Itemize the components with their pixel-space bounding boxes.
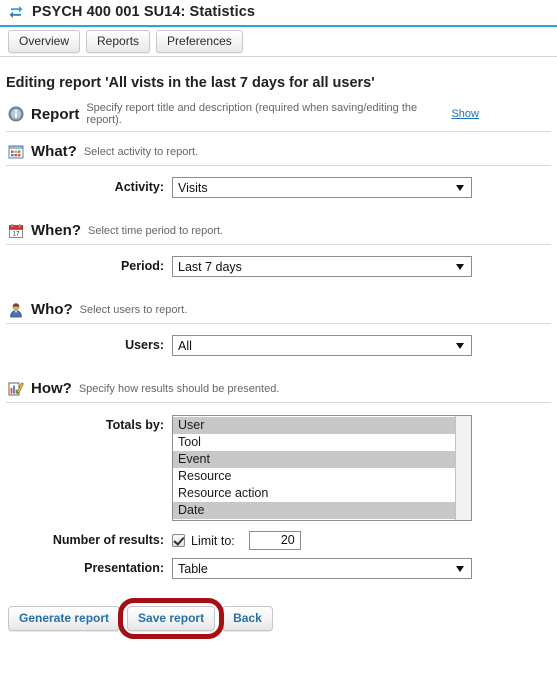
form-action-bar: Generate report Save report Back — [0, 579, 557, 639]
presentation-select-value: Table — [178, 561, 208, 576]
limit-field-group: Limit to: 20 — [172, 530, 551, 551]
number-of-results-row: Number of results: Limit to: 20 — [6, 521, 551, 551]
section-report-header: Report Specify report title and descript… — [6, 91, 551, 131]
calendar-icon: 17 — [9, 223, 23, 238]
period-row: Period: Last 7 days — [6, 245, 551, 277]
section-what-title: What? — [31, 143, 77, 160]
section-who-title: Who? — [31, 301, 73, 318]
section-when-description: Select time period to report. — [88, 224, 224, 237]
period-label: Period: — [120, 259, 164, 273]
activity-select[interactable]: Visits — [172, 177, 472, 198]
chevron-down-icon — [456, 565, 464, 572]
section-how-header: How? Specify how results should be prese… — [6, 369, 551, 402]
section-what-header: What? Select activity to report. — [6, 132, 551, 165]
users-select[interactable]: All — [172, 335, 472, 356]
totals-option-event[interactable]: Event — [173, 451, 455, 468]
totals-by-row: Totals by: User Tool Event Resource Reso… — [6, 403, 551, 521]
section-report-description: Specify report title and description (re… — [86, 102, 418, 126]
activity-label: Activity: — [114, 180, 164, 194]
section-report-title: Report — [31, 105, 80, 123]
window-grid-icon — [8, 145, 24, 158]
save-report-button[interactable]: Save report — [127, 606, 216, 631]
section-how: How? Specify how results should be prese… — [0, 356, 557, 579]
section-what: What? Select activity to report. Activit… — [0, 132, 557, 198]
totals-option-tool[interactable]: Tool — [173, 434, 455, 451]
totals-option-resource[interactable]: Resource — [173, 468, 455, 485]
totals-option-resource-action[interactable]: Resource action — [173, 485, 455, 502]
editing-report-heading: Editing report 'All vists in the last 7 … — [6, 75, 375, 91]
generate-report-button[interactable]: Generate report — [8, 606, 121, 631]
info-icon — [8, 106, 24, 122]
totals-by-scrollbar[interactable] — [455, 416, 471, 520]
chevron-down-icon — [456, 342, 464, 349]
section-report: Report Specify report title and descript… — [0, 91, 557, 132]
chevron-down-icon — [456, 184, 464, 191]
section-who-header: Who? Select users to report. — [6, 290, 551, 323]
users-select-value: All — [178, 338, 192, 353]
period-select-value: Last 7 days — [178, 259, 242, 274]
totals-option-user[interactable]: User — [173, 417, 455, 434]
presentation-select[interactable]: Table — [172, 558, 472, 579]
section-who: Who? Select users to report. Users: All — [0, 277, 557, 356]
svg-text:17: 17 — [13, 230, 20, 237]
users-row: Users: All — [6, 324, 551, 356]
section-when-header: 17 When? Select time period to report. — [6, 211, 551, 244]
chevron-down-icon — [456, 263, 464, 270]
limit-value-input[interactable]: 20 — [248, 531, 301, 550]
limit-to-label: Limit to: — [191, 533, 235, 548]
totals-by-listbox[interactable]: User Tool Event Resource Resource action… — [172, 415, 472, 521]
tab-bar: Overview Reports Preferences — [0, 27, 557, 53]
section-who-description: Select users to report. — [79, 303, 188, 316]
totals-option-date[interactable]: Date — [173, 502, 455, 519]
activity-row: Activity: Visits — [6, 166, 551, 198]
section-when: 17 When? Select time period to report. P… — [0, 198, 557, 277]
tab-reports[interactable]: Reports — [86, 30, 151, 53]
presentation-label: Presentation: — [84, 561, 164, 575]
section-when-title: When? — [31, 222, 81, 239]
activity-select-value: Visits — [178, 180, 208, 195]
show-report-details-link[interactable]: Show — [451, 108, 479, 120]
section-how-title: How? — [31, 380, 72, 397]
limit-checkbox[interactable] — [172, 534, 185, 547]
section-what-description: Select activity to report. — [83, 145, 199, 158]
section-how-description: Specify how results should be presented. — [78, 382, 280, 395]
totals-by-options: User Tool Event Resource Resource action… — [173, 416, 471, 520]
page-title: PSYCH 400 001 SU14: Statistics — [32, 4, 256, 20]
save-report-button-wrap: Save report — [118, 598, 225, 639]
tab-preferences[interactable]: Preferences — [156, 30, 243, 53]
tab-overview[interactable]: Overview — [8, 30, 81, 53]
period-select[interactable]: Last 7 days — [172, 256, 472, 277]
number-of-results-label: Number of results: — [52, 533, 164, 547]
users-label: Users: — [125, 338, 164, 352]
sync-arrows-icon — [9, 6, 23, 18]
presentation-row: Presentation: Table — [6, 551, 551, 579]
totals-by-label: Totals by: — [105, 418, 164, 432]
back-button[interactable]: Back — [222, 606, 273, 631]
user-icon — [10, 302, 22, 317]
site-titlebar: PSYCH 400 001 SU14: Statistics — [0, 0, 557, 25]
chart-pencil-icon — [8, 381, 24, 395]
